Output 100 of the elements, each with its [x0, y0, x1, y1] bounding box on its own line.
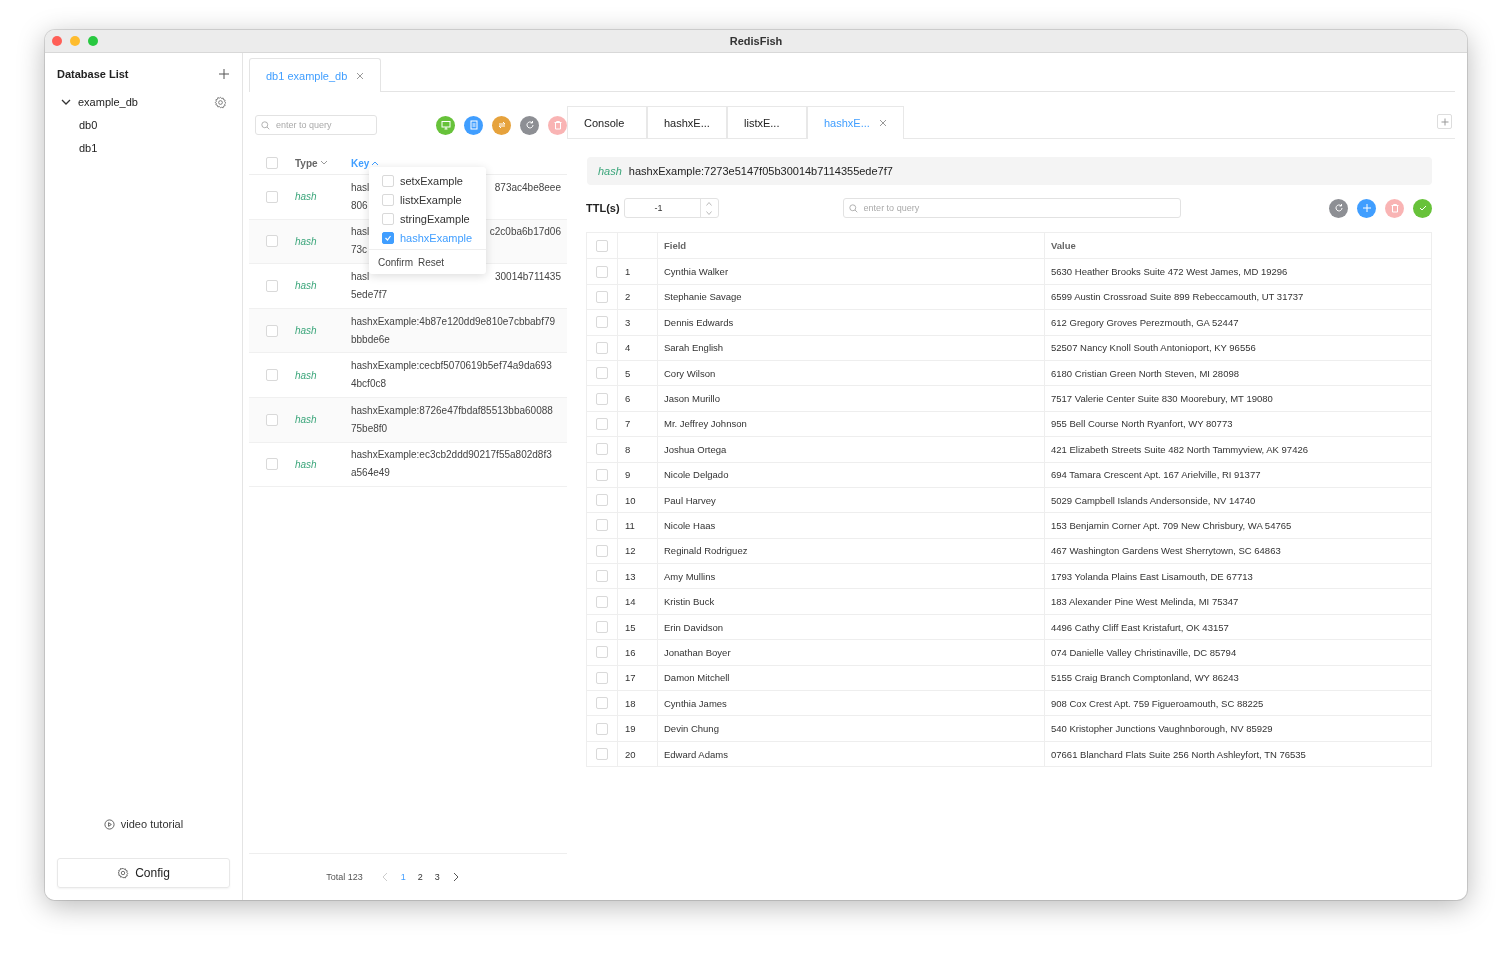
filter-action-button[interactable]: Reset	[418, 256, 445, 268]
filter-option[interactable]: setxExample	[369, 171, 486, 190]
search-icon	[261, 120, 270, 130]
table-cell: 5029 Campbell Islands Andersonside, NV 14740	[1044, 487, 1431, 513]
refresh-button[interactable]	[520, 115, 539, 135]
table-cell: Paul Harvey	[657, 487, 1044, 513]
add-tab-button[interactable]	[1437, 114, 1452, 129]
close-icon[interactable]	[356, 71, 365, 80]
decrement-icon[interactable]	[706, 210, 713, 215]
key-tab[interactable]: hashxE...	[647, 106, 727, 138]
zoom-window-button[interactable]	[88, 36, 98, 46]
increment-icon[interactable]	[706, 201, 713, 206]
key-tab[interactable]: listxE...	[727, 106, 807, 138]
table-cell: 540 Kristopher Junctions Vaughnborough, NV 85929	[1044, 716, 1431, 741]
plus-icon	[1361, 203, 1372, 213]
row-number: 18	[617, 691, 657, 716]
filter-option[interactable]: stringExample	[369, 209, 486, 228]
type-cell-text: hash	[295, 280, 318, 292]
filter-action-button[interactable]: Confirm	[378, 256, 413, 268]
search-field[interactable]: enter to query	[255, 115, 377, 135]
type-cell-text: hash	[295, 369, 318, 381]
key-text: 5ede7f7	[351, 288, 388, 302]
filter-option[interactable]: listxExample	[369, 190, 486, 209]
chevron-icon	[371, 160, 380, 166]
ttl-label: TTL(s)	[586, 202, 620, 214]
check-icon	[384, 233, 392, 242]
key-text: hasl	[351, 180, 370, 195]
add-button[interactable]	[1357, 198, 1376, 218]
type-cell-text: hash	[295, 191, 318, 203]
checkbox[interactable]	[382, 231, 394, 244]
previous-page-icon[interactable]	[380, 872, 389, 882]
row-number: 17	[617, 665, 657, 691]
type-cell-text: hash	[295, 325, 318, 337]
add-icon[interactable]	[218, 68, 230, 80]
total-count: Total 123	[326, 872, 363, 882]
table-cell: 7517 Valerie Center Suite 830 Moorebury, MT 19080	[1044, 386, 1431, 411]
table-cell: 07661 Blanchard Flats Suite 256 North Ashleyfort, TN 76535	[1044, 741, 1431, 767]
type-cell-text: hash	[295, 414, 318, 426]
table-cell: 694 Tamara Crescent Apt. 167 Arielville, RI 91377	[1044, 462, 1431, 487]
search-field[interactable]: enter to query	[842, 198, 1181, 218]
row-number: 3	[617, 310, 657, 335]
table-cell: Jason Murillo	[657, 386, 1044, 411]
key-tab[interactable]: Console	[567, 106, 647, 138]
sidebar-title: Database List	[57, 68, 129, 80]
confirm-button[interactable]	[1413, 198, 1432, 218]
chevron-icon	[61, 97, 71, 107]
row-number: 4	[617, 335, 657, 360]
key-text: hashxExample:8726e47fbdaf85513bba60088	[351, 403, 553, 418]
row-number: 8	[617, 437, 657, 462]
table-cell: Cory Wilson	[657, 360, 1044, 386]
minimize-window-button[interactable]	[70, 36, 80, 46]
ttl-input[interactable]: -1	[623, 198, 719, 218]
column-filter-header[interactable]: Type	[295, 157, 351, 169]
table-cell: Cynthia James	[657, 691, 1044, 716]
refresh-button[interactable]	[1329, 198, 1348, 218]
key-text: bbbde6e	[351, 332, 390, 347]
table-cell: Damon Mitchell	[657, 665, 1044, 691]
search-icon	[848, 203, 858, 213]
key-text: 30014b711435	[495, 270, 561, 284]
import-button[interactable]	[464, 115, 483, 135]
table-cell: Devin Chung	[657, 716, 1044, 741]
row-number: 1	[617, 259, 657, 284]
page-button[interactable]: 2	[417, 872, 423, 882]
table-cell: Amy Mullins	[657, 564, 1044, 589]
database-item[interactable]: db0	[57, 113, 98, 136]
row-number: 5	[617, 360, 657, 386]
refresh-icon	[524, 120, 535, 130]
table-cell: 612 Gregory Groves Perezmouth, GA 52447	[1044, 310, 1431, 335]
key-text: 4bcf0c8	[351, 377, 387, 392]
row-number: 11	[617, 513, 657, 538]
next-page-icon[interactable]	[451, 872, 460, 882]
key-text: c2c0ba6b17d06	[489, 225, 561, 240]
key-text: 75be8f0	[351, 421, 388, 436]
table-cell: Stephanie Savage	[657, 284, 1044, 310]
close-window-button[interactable]	[52, 36, 62, 46]
table-cell: 183 Alexander Pine West Melinda, MI 75347	[1044, 589, 1431, 614]
table-cell: 421 Elizabeth Streets Suite 482 North Tammyview, AK 97426	[1044, 437, 1431, 462]
refresh-icon	[1333, 203, 1344, 213]
monitor-icon	[440, 120, 451, 130]
new-button[interactable]	[436, 115, 455, 135]
settings-icon[interactable]	[214, 95, 227, 109]
page-button[interactable]: 3	[434, 872, 440, 882]
table-cell: 4496 Cathy Cliff East Kristafurt, OK 43157	[1044, 614, 1431, 640]
table-cell: 074 Danielle Valley Christinaville, DC 85794	[1044, 640, 1431, 665]
table-cell: Reginald Rodriguez	[657, 538, 1044, 564]
video-tutorial-link[interactable]: video tutorial	[120, 818, 184, 830]
table-cell: 153 Benjamin Corner Apt. 709 New Chrisbury, WA 54765	[1044, 513, 1431, 538]
row-number: 15	[617, 614, 657, 640]
table-cell: 6180 Cristian Green North Steven, MI 28098	[1044, 360, 1431, 386]
database-item[interactable]: db1	[57, 136, 98, 159]
config-button[interactable]: Config	[57, 858, 230, 888]
swap-button[interactable]	[492, 115, 511, 135]
database-item[interactable]: example_db	[57, 96, 138, 108]
table-cell: 52507 Nancy Knoll South Antonioport, KY 96556	[1044, 335, 1431, 360]
table-cell: Erin Davidson	[657, 614, 1044, 640]
trash-icon	[552, 120, 563, 130]
key-text: 873ac4be8eee	[494, 180, 561, 195]
column-header: Field	[657, 233, 1044, 259]
close-icon[interactable]	[878, 119, 887, 127]
row-number: 7	[617, 411, 657, 437]
